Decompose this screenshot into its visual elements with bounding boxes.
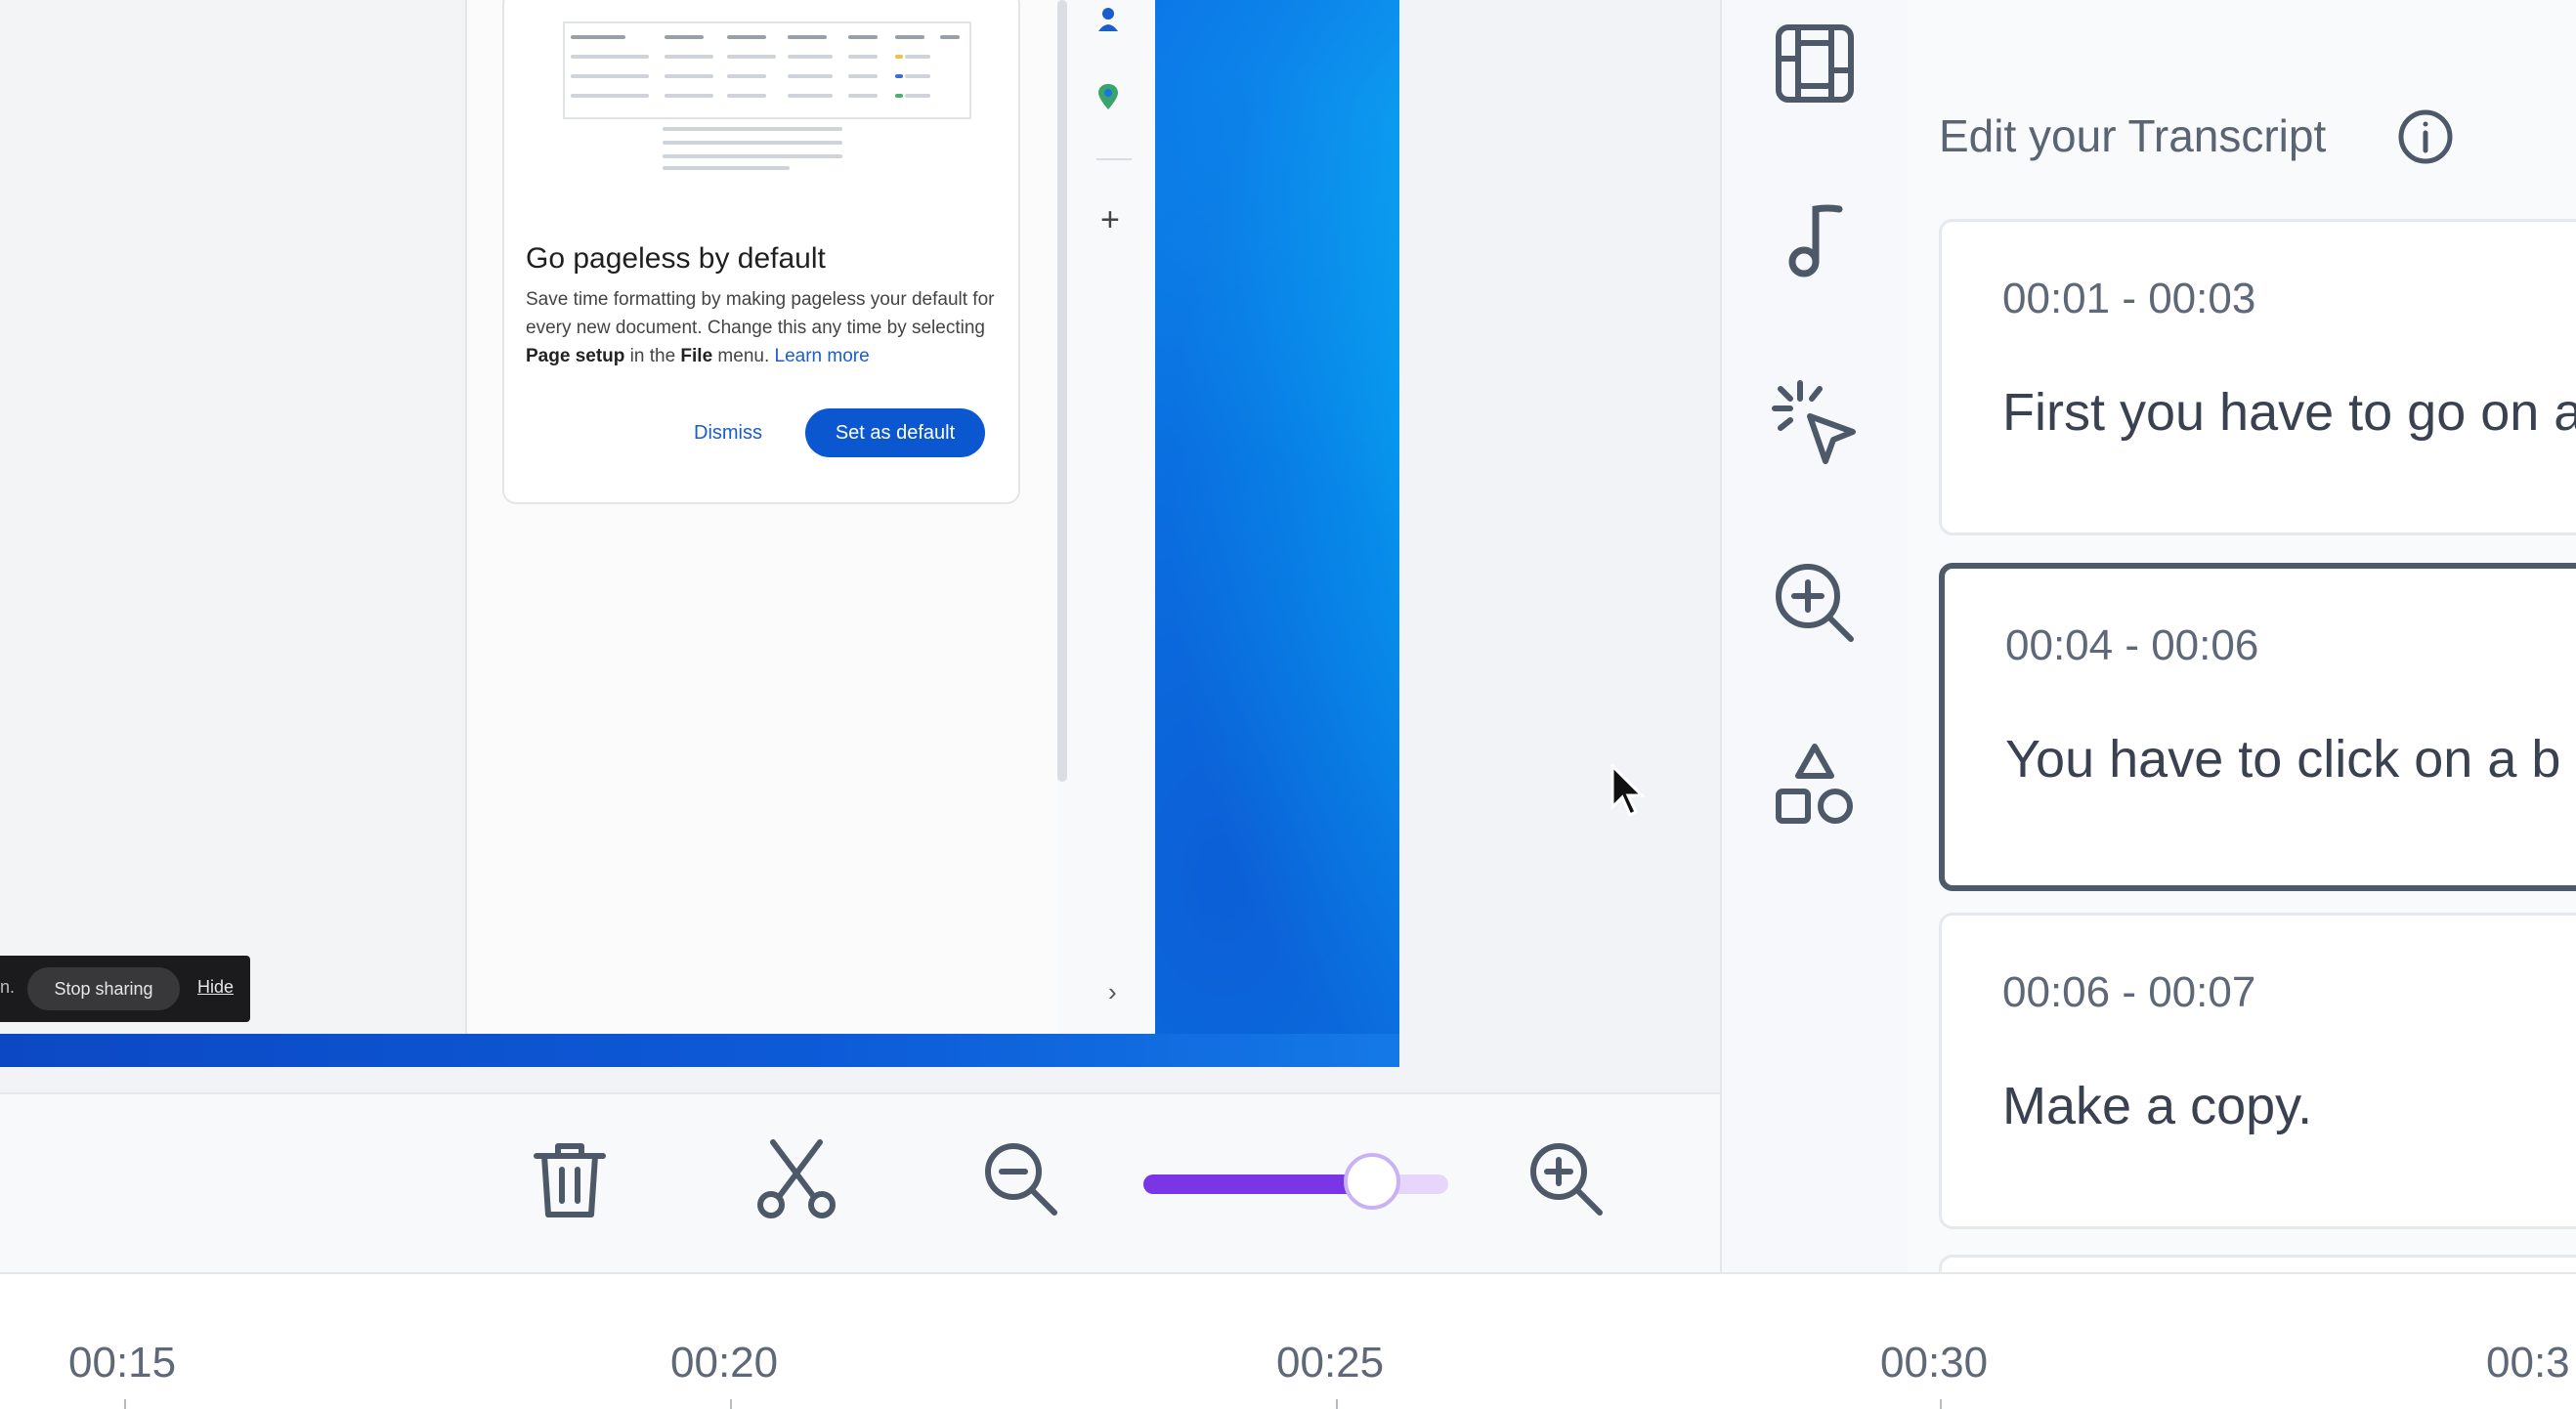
timeline-tick [1336,1399,1338,1409]
transcript-segment[interactable]: 00:01 - 00:03 First you have to go on a [1939,219,2576,535]
zoom-out-button[interactable] [977,1135,1065,1223]
share-bar-text: n. [0,977,16,997]
browser-left-panel [0,0,467,1034]
music-note-icon [1788,204,1843,278]
transcript-segment[interactable]: 00:06 - 00:07 Make a copy. [1939,913,2576,1229]
click-effect-icon [1772,380,1856,464]
learn-more-link: Learn more [774,346,870,366]
expand-chevron-icon: › [1108,977,1117,1006]
zoom-in-button[interactable] [1523,1135,1610,1223]
music-tool-button[interactable] [1771,195,1859,283]
click-effect-tool-button[interactable] [1771,379,1859,467]
segment-timestamp: 00:01 - 00:03 [2002,275,2256,322]
layout-tool-button[interactable] [1771,20,1859,107]
shapes-tool-button[interactable] [1771,743,1859,831]
timeline-tick-label: 00:25 [1276,1339,1385,1387]
set-as-default-button: Set as default [805,408,985,457]
timeline-tick [124,1399,126,1409]
segment-text[interactable]: You have to click on a b [2005,729,2560,790]
delete-button[interactable] [526,1135,614,1223]
mouse-cursor-icon [1610,764,1646,818]
segment-text[interactable]: First you have to go on a [2002,382,2576,443]
cut-button[interactable] [752,1135,840,1223]
scissors-icon [757,1139,836,1218]
screen-share-bar: n. Stop sharing Hide [0,956,250,1022]
video-preview: Go pageless by default Save time formatt… [0,0,1720,1092]
pageless-promo-card: Go pageless by default Save time formatt… [502,0,1020,504]
segment-timestamp: 00:04 - 00:06 [2005,621,2259,669]
segment-timestamp: 00:06 - 00:07 [2002,968,2256,1016]
stop-sharing-button: Stop sharing [27,967,180,1010]
segment-text[interactable]: Make a copy. [2002,1076,2312,1136]
contacts-icon [1098,8,1118,31]
zoom-effect-tool-button[interactable] [1771,559,1859,647]
timeline-tick-label: 00:20 [670,1339,779,1387]
timeline-tick-label: 00:30 [1880,1339,1989,1387]
timeline-tick-label: 00:3 [2486,1339,2570,1387]
card-title: Go pageless by default [526,242,826,275]
info-icon[interactable] [2396,107,2455,166]
transcript-panel: Edit your Transcript 00:01 - 00:03 First… [1908,0,2576,1272]
timeline-tick [730,1399,732,1409]
zoom-out-icon [985,1143,1057,1216]
zoom-in-icon [1530,1143,1603,1216]
zoom-in-icon [1776,564,1854,642]
transcript-title: Edit your Transcript [1939,110,2327,161]
timeline-tick [1940,1399,1942,1409]
hide-link: Hide [197,977,235,997]
transcript-segment[interactable] [1939,1255,2576,1272]
timeline-tick-label: 00:15 [68,1339,177,1387]
table-illustration [553,12,973,170]
add-addon-icon: + [1100,201,1120,238]
maps-icon [1098,84,1118,109]
effects-tool-column [1720,0,1910,1272]
trash-icon [534,1143,606,1217]
zoom-slider-fill [1143,1174,1372,1194]
shapes-icon [1776,744,1853,824]
card-description: Save time formatting by making pageless … [526,289,995,366]
recorded-browser-window: Go pageless by default Save time formatt… [0,0,1155,1034]
dismiss-button: Dismiss [694,422,762,444]
rail-divider [1096,158,1132,160]
layout-icon [1776,24,1854,103]
transcript-segment-active[interactable]: 00:04 - 00:06 You have to click on a b [1939,563,2576,891]
zoom-slider-handle[interactable] [1344,1153,1400,1210]
docs-scrollbar [1057,0,1067,782]
edit-toolbar [0,1092,1720,1274]
desktop-wallpaper-edge [0,1034,1399,1067]
docs-side-rail [1057,0,1155,1034]
timeline-ruler[interactable]: 00:15 00:20 00:25 00:30 00:3 [0,1272,2576,1409]
